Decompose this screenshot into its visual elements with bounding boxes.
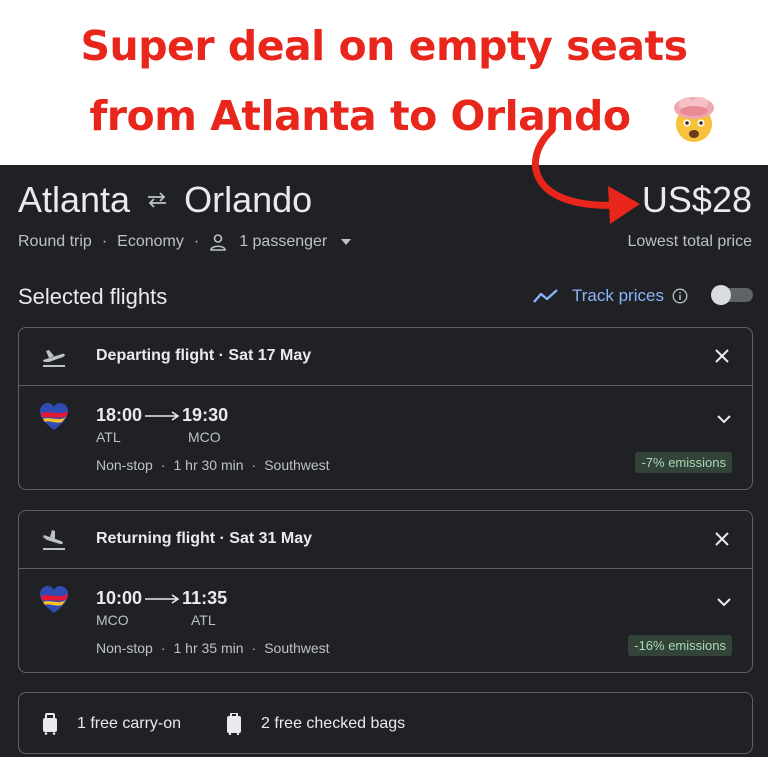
exploding-head-icon (674, 97, 714, 142)
person-icon (210, 234, 226, 251)
depart-time: 10:00 (96, 588, 143, 608)
separator-dot: · (193, 233, 200, 250)
duration: 1 hr 30 min (173, 457, 244, 473)
flight-details: Non-stop · 1 hr 35 min · Southwest (96, 640, 330, 656)
carry-on-bag-icon (43, 713, 57, 735)
trip-options: Round trip · Economy · 1 passenger (18, 233, 352, 251)
takeoff-plane-icon (43, 350, 65, 367)
flight-heading: Returning flight · Sat 31 May (96, 530, 313, 547)
depart-time: 18:00 (96, 405, 143, 425)
origin-code: ATL (96, 429, 121, 445)
passenger-selector[interactable]: 1 passenger (239, 233, 327, 251)
flight-summary-panel: Atlanta Orlando US$28 Round trip · Econo… (0, 165, 768, 757)
trip-type: Round trip (18, 233, 92, 250)
separator-dot: · (101, 233, 108, 250)
southwest-heart-logo-icon (40, 403, 68, 430)
close-icon[interactable] (714, 531, 730, 547)
flight-heading: Departing flight · Sat 17 May (96, 347, 312, 364)
airline: Southwest (264, 640, 330, 656)
headline-line-2: from Atlanta to Orlando (89, 92, 631, 140)
caret-down-icon[interactable] (341, 239, 352, 245)
destination-code: ATL (191, 612, 216, 628)
info-icon[interactable] (672, 288, 688, 304)
departing-flight-card: Departing flight · Sat 17 May 18:00 19:3… (18, 327, 753, 490)
checked-bag-icon (227, 713, 242, 735)
southwest-heart-logo-icon (40, 586, 68, 613)
route-title: Atlanta Orlando (18, 179, 312, 221)
swap-arrows-icon (148, 192, 167, 208)
emissions-badge: -7% emissions (635, 452, 732, 473)
trending-line-icon (533, 289, 558, 303)
stops: Non-stop (96, 457, 153, 473)
airline: Southwest (264, 457, 330, 473)
baggage-info: 1 free carry-on 2 free checked bags (41, 713, 405, 735)
long-arrow-icon (145, 410, 180, 421)
flight-details: Non-stop · 1 hr 30 min · Southwest (96, 457, 330, 473)
destination-code: MCO (188, 429, 221, 445)
flight-times: 18:00 19:30 (96, 405, 228, 426)
track-prices-label[interactable]: Track prices (572, 286, 664, 306)
origin-city: Atlanta (18, 179, 131, 220)
landing-plane-icon (43, 530, 65, 550)
section-title: Selected flights (18, 284, 168, 309)
toggle-knob (711, 285, 731, 305)
arrive-time: 19:30 (182, 405, 229, 425)
track-prices-toggle[interactable] (711, 285, 753, 305)
price-caption: Lowest total price (627, 233, 752, 250)
origin-code: MCO (96, 612, 129, 628)
stops: Non-stop (96, 640, 153, 656)
total-price: US$28 (641, 179, 752, 220)
arrive-time: 11:35 (182, 588, 228, 608)
duration: 1 hr 35 min (173, 640, 244, 656)
chevron-down-icon[interactable] (716, 597, 732, 607)
emissions-badge: -16% emissions (628, 635, 732, 656)
card-header: Returning flight · Sat 31 May (19, 511, 752, 569)
checked-bags-label: 2 free checked bags (261, 715, 406, 732)
card-header: Departing flight · Sat 17 May (19, 328, 752, 386)
carry-on-label: 1 free carry-on (77, 715, 182, 732)
chevron-down-icon[interactable] (716, 414, 732, 424)
destination-city: Orlando (184, 179, 313, 220)
returning-flight-card: Returning flight · Sat 31 May 10:00 11:3… (18, 510, 753, 673)
baggage-card: 1 free carry-on 2 free checked bags (18, 692, 753, 754)
flight-times: 10:00 11:35 (96, 588, 227, 609)
long-arrow-icon (145, 593, 180, 604)
close-icon[interactable] (714, 348, 730, 364)
promo-headline: Super deal on empty seats from Atlanta t… (0, 0, 768, 165)
track-prices-link[interactable]: Track prices (532, 286, 688, 306)
headline-line-1: Super deal on empty seats (80, 22, 688, 70)
cabin-class: Economy (117, 233, 184, 250)
